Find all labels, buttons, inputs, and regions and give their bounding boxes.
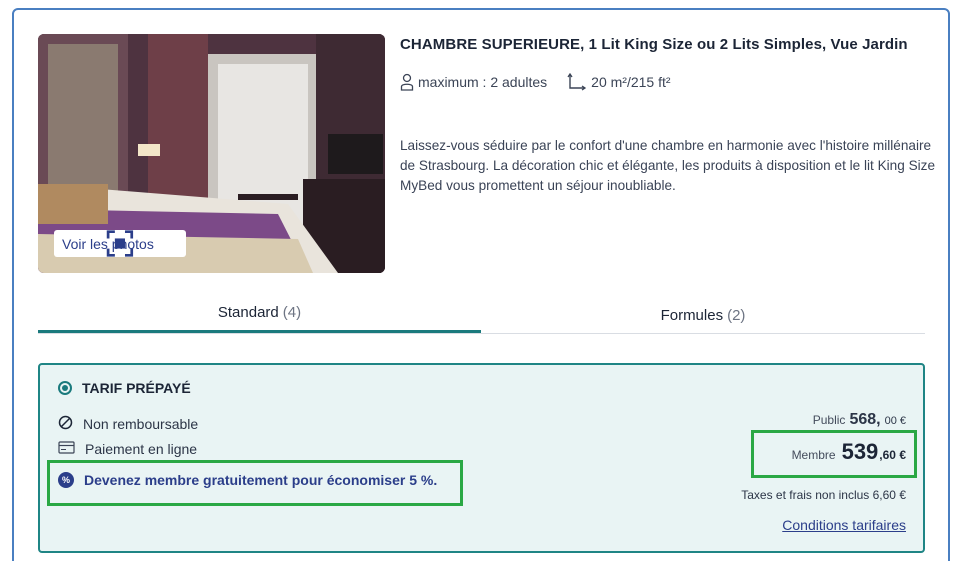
promo-highlight-box [47,460,463,506]
expand-frame-icon [106,230,178,257]
tab-formules-label: Formules [660,306,724,324]
capacity-label: maximum : 2 adultes [418,74,548,90]
size-info: 20 m²/215 ft² [567,73,671,91]
room-photo[interactable]: Voir les photos [38,34,385,273]
public-price-amount: 568, [849,411,881,428]
condition-non-refundable: Non remboursable [58,415,198,433]
taxes-info: Taxes et frais non inclus 6,60 € [741,488,906,502]
rate-select[interactable]: TARIF PRÉPAYÉ [58,380,191,396]
room-title: CHAMBRE SUPERIEURE, 1 Lit King Size ou 2… [400,36,908,53]
rate-radio[interactable] [58,381,72,395]
public-price: Public 568, 00 € [813,411,906,429]
condition-non-refundable-label: Non remboursable [83,416,199,432]
room-description: Laissez-vous séduire par le confort d'un… [400,138,936,193]
size-label: 20 m²/215 ft² [591,74,671,90]
conditions-link[interactable]: Conditions tarifaires [782,517,906,533]
view-photos-button[interactable]: Voir les photos [54,230,186,257]
capacity-info: maximum : 2 adultes [400,73,547,91]
area-corner-icon [567,73,587,91]
credit-card-icon [58,441,75,457]
member-price-highlight-box [751,430,917,478]
tab-standard-count: (4) [282,303,302,321]
rate-title-label: TARIF PRÉPAYÉ [82,380,191,396]
condition-online-payment: Paiement en ligne [58,441,197,457]
taxes-value: 6,60 € [872,488,906,502]
taxes-label: Taxes et frais non inclus [741,488,870,502]
tab-standard-label: Standard [217,303,279,321]
prohibited-icon [58,415,73,433]
tab-formules[interactable]: Formules (2) [481,296,925,334]
person-icon [400,73,414,91]
tab-standard[interactable]: Standard (4) [38,294,481,333]
room-meta: maximum : 2 adultes 20 m²/215 ft² [400,73,691,91]
rate-tabs: Standard (4) Formules (2) [38,296,925,334]
condition-online-payment-label: Paiement en ligne [85,441,198,457]
public-price-label: Public [812,413,846,427]
public-price-cents: 00 € [884,415,906,427]
tab-formules-count: (2) [727,306,746,324]
